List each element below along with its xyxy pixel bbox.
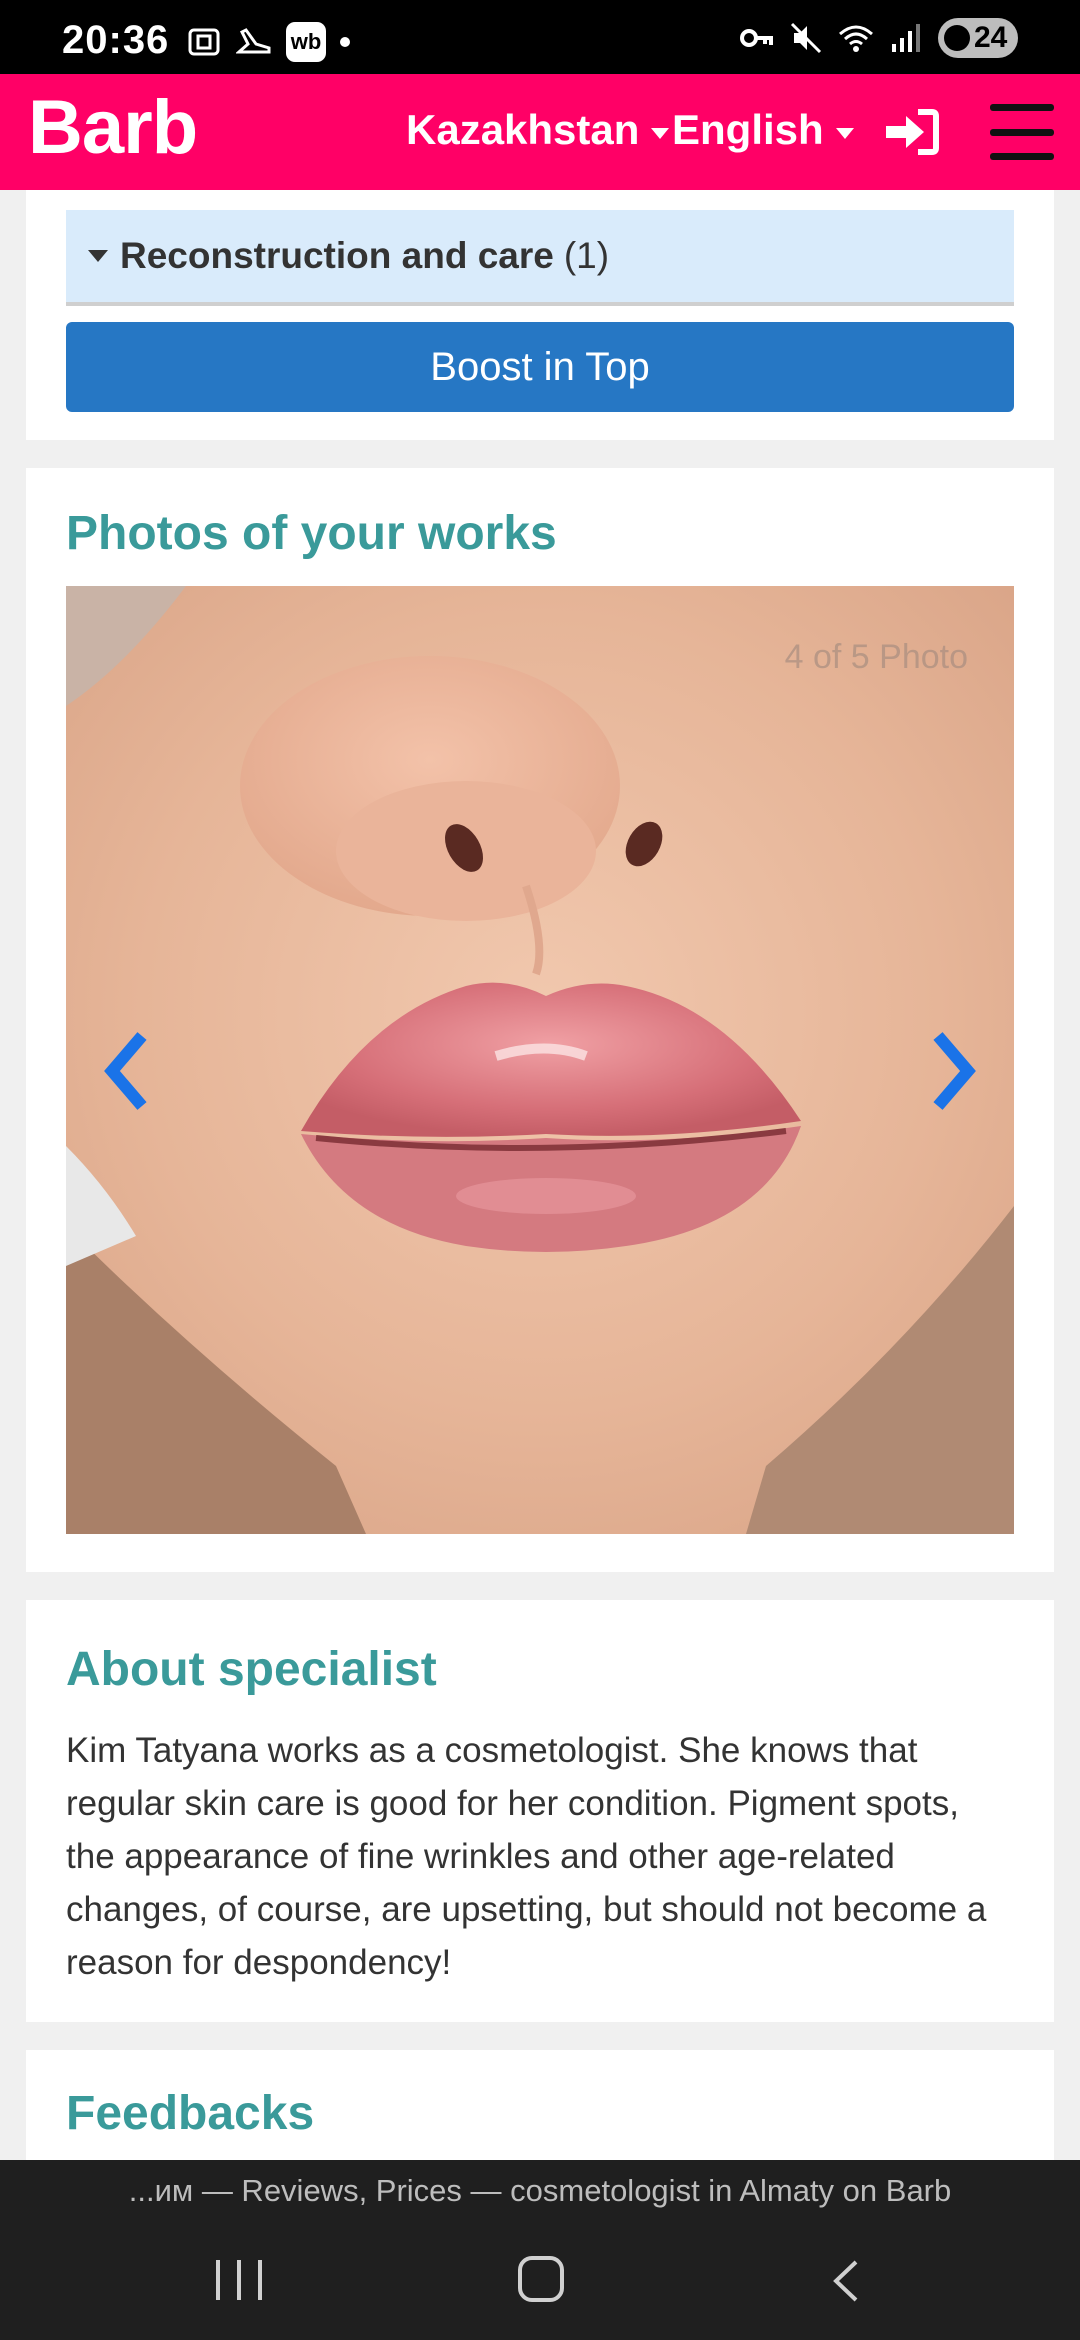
- chevron-left-icon[interactable]: [96, 1026, 156, 1116]
- top-navigation: Barb Kazakhstan English: [0, 74, 1080, 190]
- about-text: Kim Tatyana works as a cosmetologist. Sh…: [66, 1731, 987, 1982]
- services-card: Reconstruction and care (1) Boost in Top: [26, 190, 1054, 440]
- signal-icon: [892, 24, 920, 52]
- photos-title: Photos of your works: [66, 507, 557, 560]
- category-row[interactable]: Reconstruction and care (1): [66, 210, 1014, 306]
- chevron-down-icon: [835, 127, 854, 139]
- country-selector[interactable]: Kazakhstan: [406, 106, 670, 154]
- caret-down-icon: [88, 250, 108, 262]
- vpn-key-icon: [740, 29, 773, 47]
- notification-dot-icon: [340, 37, 350, 47]
- category-label: Reconstruction and care: [120, 235, 554, 276]
- system-navigation-bar: [0, 2222, 1080, 2340]
- chevron-down-icon: [651, 127, 670, 139]
- home-icon[interactable]: [518, 2256, 564, 2302]
- chevron-right-icon[interactable]: [924, 1026, 984, 1116]
- language-label: English: [672, 106, 824, 153]
- notification-icons: wb: [186, 22, 350, 62]
- wb-app-icon: wb: [286, 22, 326, 62]
- back-icon[interactable]: [826, 2258, 866, 2304]
- country-label: Kazakhstan: [406, 106, 640, 153]
- boost-in-top-button[interactable]: Boost in Top: [66, 322, 1014, 412]
- browser-page-title[interactable]: ...им — Reviews, Prices — cosmetologist …: [0, 2160, 1080, 2222]
- system-icons: 24: [738, 18, 1018, 58]
- category-count: (1): [563, 235, 610, 276]
- battery-saver-icon: [944, 25, 970, 51]
- clock: 20:36: [62, 18, 170, 62]
- status-bar: 20:36 wb 24: [0, 0, 1080, 74]
- hamburger-menu-icon[interactable]: [990, 104, 1054, 160]
- sign-in-icon[interactable]: [884, 108, 940, 156]
- battery-level: 24: [974, 21, 1008, 54]
- about-title: About specialist: [66, 1643, 437, 1696]
- lips-photo-image: [66, 586, 1014, 1534]
- language-selector[interactable]: English: [672, 106, 854, 154]
- work-photo[interactable]: 4 of 5 Photo: [66, 586, 1014, 1534]
- feedbacks-title: Feedbacks: [66, 2087, 315, 2140]
- photo-counter: 4 of 5 Photo: [784, 638, 968, 676]
- battery-indicator: 24: [938, 18, 1018, 58]
- barb-logo[interactable]: Barb: [28, 84, 198, 171]
- screenshot-icon: [188, 28, 220, 56]
- photos-card: Photos of your works 4 of 5 Photo: [26, 468, 1054, 1572]
- wifi-icon: [839, 25, 873, 52]
- about-card: About specialist Kim Tatyana works as a …: [26, 1600, 1054, 2022]
- running-shoe-icon: [236, 28, 271, 54]
- mute-icon: [790, 22, 822, 54]
- recent-apps-icon[interactable]: [216, 2260, 262, 2300]
